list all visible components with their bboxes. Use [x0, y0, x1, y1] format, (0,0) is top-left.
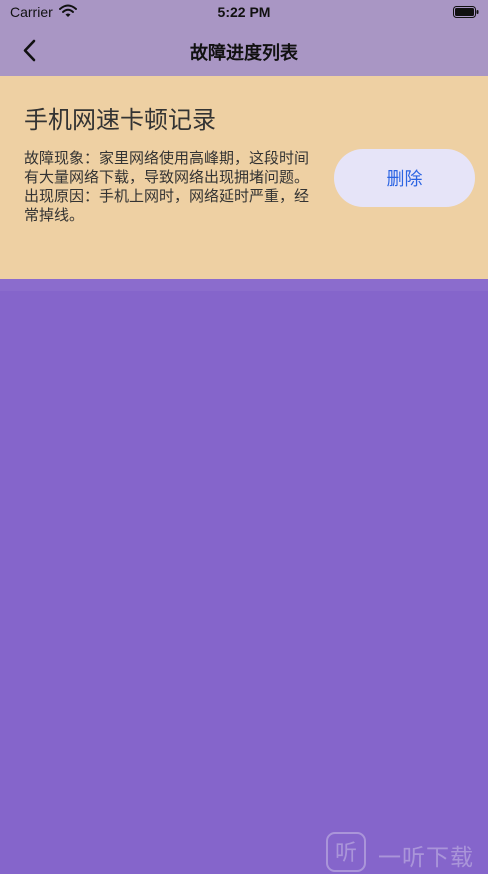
status-time: 5:22 PM — [217, 4, 271, 20]
watermark-logo-text: 听 — [335, 841, 357, 866]
delete-button[interactable]: 删除 — [334, 149, 475, 207]
list-divider — [0, 279, 488, 291]
battery-icon — [453, 6, 479, 18]
fault-record-card: 手机网速卡顿记录 故障现象：家里网络使用高峰期，这段时间有大量网络下载，导致网络… — [0, 76, 488, 279]
watermark: 听 一听下载 — [326, 832, 486, 874]
page-title: 故障进度列表 — [190, 43, 298, 64]
record-title: 手机网速卡顿记录 — [24, 106, 216, 134]
status-bar: Carrier 5:22 PM — [0, 0, 488, 26]
record-description: 故障现象：家里网络使用高峰期，这段时间有大量网络下载，导致网络出现拥堵问题。 出… — [24, 149, 318, 225]
watermark-logo: 听 — [326, 832, 366, 872]
fault-cause-text: 出现原因：手机上网时，网络延时严重，经常掉线。 — [24, 187, 310, 224]
navigation-bar: 故障进度列表 — [0, 26, 488, 76]
watermark-text: 一听下载 — [378, 845, 474, 871]
fault-phenomenon-text: 故障现象：家里网络使用高峰期，这段时间有大量网络下载，导致网络出现拥堵问题。 — [24, 149, 310, 186]
